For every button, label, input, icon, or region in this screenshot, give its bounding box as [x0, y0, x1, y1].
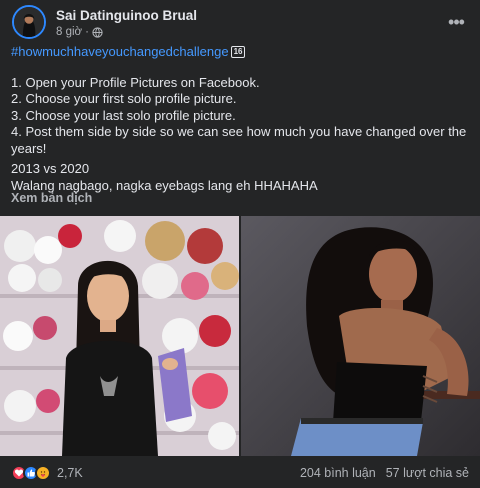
care-icon	[35, 465, 51, 481]
share-count-link[interactable]: 57 lượt chia sẻ	[386, 466, 469, 480]
more-options-icon[interactable]: •••	[444, 10, 468, 34]
reaction-count: 2,7K	[57, 466, 83, 480]
post-meta: 8 giờ ·	[56, 26, 103, 38]
photo-2013[interactable]	[0, 216, 239, 456]
reaction-summary[interactable]: 2,7K	[11, 465, 83, 481]
instruction-line-4: 4. Post them side by side so we can see …	[11, 124, 467, 156]
hashtag-link[interactable]: #howmuchhaveyouchangedchallenge	[11, 44, 229, 59]
post-body: #howmuchhaveyouchangedchallenge 16 1. Ope…	[11, 44, 469, 194]
hashtag-line: #howmuchhaveyouchangedchallenge 16	[11, 44, 469, 61]
comment-count-link[interactable]: 204 bình luận	[300, 466, 376, 480]
post-header: Sai Datinguinoo Brual 8 giờ · •••	[0, 0, 480, 44]
photo-grid	[0, 216, 480, 456]
globe-icon	[92, 26, 103, 38]
avatar[interactable]	[12, 5, 46, 39]
post-footer: 2,7K 204 bình luận 57 lượt chia sẻ	[0, 456, 480, 488]
instruction-line-2: 2. Choose your first solo profile pictur…	[11, 91, 237, 106]
hashtag-badge: 16	[230, 46, 246, 58]
avatar-image	[14, 7, 44, 37]
instruction-line-3: 3. Choose your last solo profile picture…	[11, 107, 236, 123]
photo-2020[interactable]	[241, 216, 480, 456]
meta-separator: ·	[85, 26, 89, 38]
photo-2013-image	[0, 216, 239, 456]
photo-2020-image	[241, 216, 480, 456]
engagement-stats: 204 bình luận 57 lượt chia sẻ	[300, 466, 469, 480]
instruction-line-1: 1. Open your Profile Pictures on Faceboo…	[11, 74, 260, 90]
post-time[interactable]: 8 giờ	[56, 26, 82, 38]
post-author-name[interactable]: Sai Datinguinoo Brual	[56, 8, 197, 23]
caption-line-1: 2013 vs 2020	[11, 161, 90, 176]
see-translation-link[interactable]: Xem bản dịch	[11, 191, 92, 205]
